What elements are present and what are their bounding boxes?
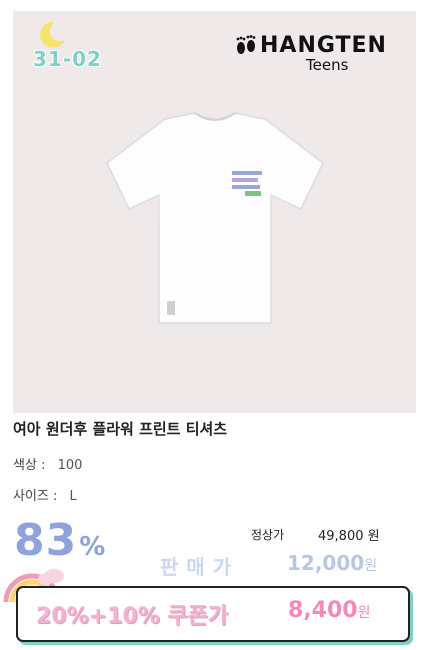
sale-price-value: 12,000 bbox=[287, 551, 365, 575]
product-image[interactable]: 31-02 HANGTEN Teens bbox=[13, 11, 416, 413]
sale-price-currency: 원 bbox=[364, 558, 378, 574]
brand-logo: HANGTEN Teens bbox=[230, 31, 400, 81]
sale-price-label: 판매가 bbox=[160, 555, 240, 579]
discount-rate: 83% bbox=[14, 515, 105, 566]
sale-price: 12,000원 bbox=[287, 551, 377, 575]
coupon-price-currency: 원 bbox=[357, 605, 371, 621]
size-value: L bbox=[69, 489, 77, 504]
brand-subline: Teens bbox=[306, 56, 349, 74]
coupon-label: 20%+10% 쿠폰가 bbox=[36, 604, 229, 629]
footprints-icon bbox=[236, 35, 256, 54]
tshirt-illustration bbox=[106, 112, 324, 324]
coupon-price: 8,400원 bbox=[288, 598, 370, 623]
color-row: 색상 : 100 bbox=[13, 454, 82, 473]
size-label: 사이즈 : bbox=[13, 489, 58, 504]
coupon-price-value: 8,400 bbox=[288, 598, 358, 623]
discount-number: 83 bbox=[14, 515, 78, 566]
brand-name: HANGTEN bbox=[260, 33, 387, 58]
discount-percent-symbol: % bbox=[79, 532, 106, 562]
color-label: 색상 : bbox=[13, 458, 46, 473]
color-value: 100 bbox=[57, 458, 83, 473]
moon-icon bbox=[40, 21, 65, 48]
lot-code-badge: 31-02 bbox=[33, 47, 102, 71]
product-card[interactable]: 31-02 HANGTEN Teens 여아 원더후 플라워 프린트 티셔츠 색… bbox=[0, 0, 430, 650]
regular-price-label: 정상가 bbox=[251, 528, 285, 542]
coupon-price-box[interactable]: 20%+10% 쿠폰가 8,400원 bbox=[16, 586, 410, 642]
size-row: 사이즈 : L bbox=[13, 485, 77, 504]
product-title[interactable]: 여아 원더후 플라워 프린트 티셔츠 bbox=[13, 418, 227, 439]
regular-price: 49,800 원 bbox=[318, 529, 380, 544]
